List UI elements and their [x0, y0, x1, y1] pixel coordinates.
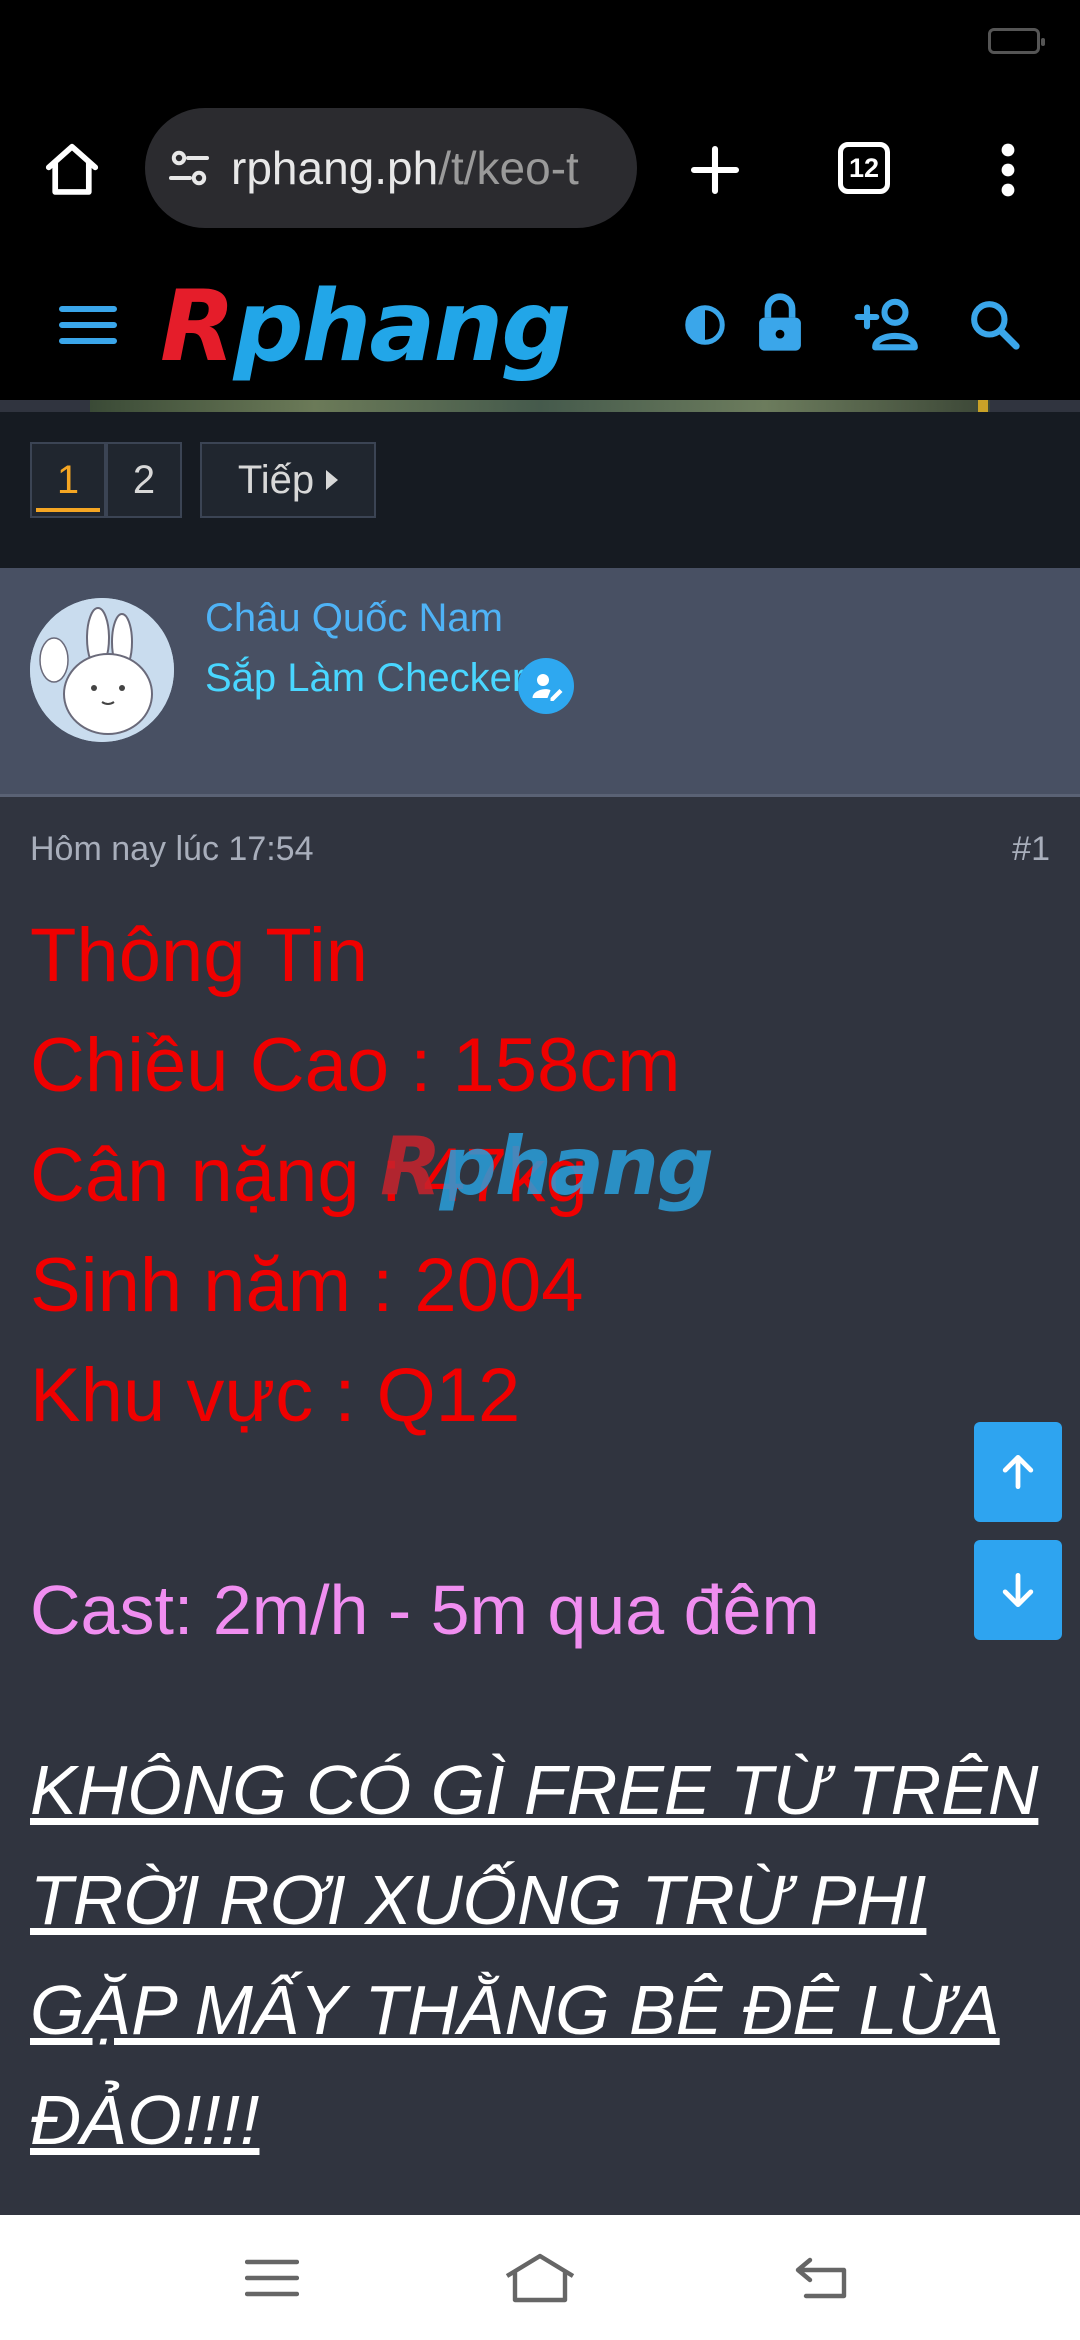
arrow-up-icon: [996, 1450, 1040, 1494]
page-1-button[interactable]: 1: [30, 442, 106, 518]
info-line-heading: Thông Tin: [30, 913, 368, 998]
arrow-down-icon: [996, 1568, 1040, 1612]
page-2-button[interactable]: 2: [106, 442, 182, 518]
image-watermark: Rphang: [380, 1120, 714, 1213]
next-page-button[interactable]: Tiếp: [200, 442, 376, 518]
battery-icon: [988, 28, 1045, 54]
info-line-birth-year: Sinh năm : 2004: [30, 1243, 584, 1328]
post-timestamp[interactable]: Hôm nay lúc 17:54: [30, 830, 314, 869]
url-text: rphang.ph/t/keo-t: [231, 141, 579, 195]
user-edit-icon: [528, 668, 564, 704]
status-bar: [0, 0, 1080, 90]
menu-icon[interactable]: [56, 295, 120, 355]
next-page-label: Tiếp: [237, 457, 315, 502]
home-icon[interactable]: [36, 130, 108, 210]
search-icon[interactable]: [964, 294, 1024, 354]
verified-badge: [518, 658, 574, 714]
banner-border: [978, 400, 988, 412]
post-number-link[interactable]: #1: [1012, 830, 1050, 869]
banner-image-edge: [90, 400, 990, 412]
recents-icon[interactable]: [240, 2250, 304, 2306]
more-vert-icon[interactable]: [990, 130, 1026, 210]
cast-price-line: Cast: 2m/h - 5m qua đêm: [30, 1571, 820, 1649]
home-nav-icon[interactable]: [500, 2248, 580, 2308]
scroll-to-top-button[interactable]: [974, 1422, 1062, 1522]
lock-icon[interactable]: [752, 286, 808, 358]
caret-right-icon: [326, 470, 339, 490]
site-logo[interactable]: Rphang: [160, 262, 571, 392]
info-line-height: Chiều Cao : 158cm: [30, 1023, 681, 1108]
url-path: /t/keo-t: [438, 142, 579, 194]
tabs-icon[interactable]: 12: [838, 142, 890, 194]
logo-rest: phang: [233, 270, 571, 384]
info-line-area: Khu vực : Q12: [30, 1353, 521, 1438]
author-user-title: Sắp Làm Checker: [205, 656, 526, 700]
add-user-icon[interactable]: [852, 294, 924, 354]
theme-toggle-icon[interactable]: [680, 298, 730, 352]
author-avatar[interactable]: [30, 598, 174, 742]
new-tab-icon[interactable]: [680, 130, 750, 210]
url-domain: rphang.ph: [231, 142, 439, 194]
author-name-link[interactable]: Châu Quốc Nam: [205, 596, 503, 641]
scroll-to-bottom-button[interactable]: [974, 1540, 1062, 1640]
warning-text: KHÔNG CÓ GÌ FREE TỪ TRÊN TRỜI RƠI XUỐNG …: [30, 1751, 1039, 2159]
site-settings-icon[interactable]: [165, 144, 213, 192]
address-bar[interactable]: rphang.ph/t/keo-t: [145, 108, 637, 228]
back-icon[interactable]: [790, 2250, 854, 2306]
